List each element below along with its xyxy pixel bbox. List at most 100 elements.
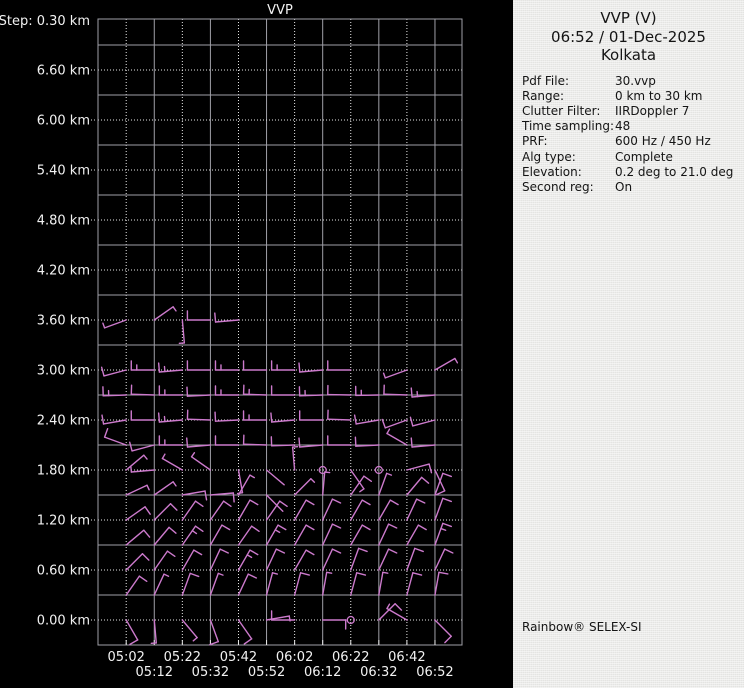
wind-barb: [442, 472, 452, 478]
wind-barb: [442, 497, 452, 503]
y-axis-label: 6.60 km: [37, 64, 90, 79]
x-axis-label: 05:52: [248, 665, 285, 680]
wind-barb: [186, 418, 212, 421]
wind-barb: [209, 500, 225, 521]
wind-barb: [181, 619, 198, 639]
wind-barb: [181, 549, 195, 571]
wind-barb: [169, 503, 178, 511]
wind-barb: [386, 432, 408, 446]
wind-barb: [204, 490, 208, 501]
wind-barb: [298, 362, 301, 373]
plot-title: VVP: [267, 3, 293, 18]
x-axis-label: 05:42: [220, 650, 257, 665]
wind-barb: [181, 525, 197, 546]
field-value: Complete: [615, 149, 673, 164]
wind-barb: [434, 497, 444, 521]
wind-barb: [172, 306, 177, 312]
wind-barb: [321, 523, 334, 546]
field-value: On: [615, 179, 633, 194]
wind-barb: [412, 419, 436, 427]
wind-barb: [129, 441, 133, 452]
wind-barb: [415, 498, 426, 504]
panel-datetime: 06:52 / 01-Dec-2025: [551, 27, 706, 46]
y-axis-label: 0.00 km: [37, 614, 90, 629]
field-value: 30.vvp: [615, 73, 656, 88]
wind-barb: [144, 506, 151, 515]
wind-barb: [378, 571, 384, 596]
field-value: 600 Hz / 450 Hz: [615, 134, 711, 149]
wind-barb: [181, 500, 197, 521]
wind-barb: [299, 572, 310, 576]
wind-barb: [181, 490, 206, 496]
wind-barb: [153, 550, 169, 571]
wind-barb: [237, 499, 251, 521]
wind-barb: [209, 524, 223, 546]
y-axis-label: 3.00 km: [37, 364, 90, 379]
wind-barb: [265, 469, 285, 486]
wind-barb: [270, 444, 296, 447]
wind-barb: [279, 500, 288, 508]
y-axis-label: 1.80 km: [37, 464, 90, 479]
wind-barb: [406, 547, 416, 571]
panel-titles: VVP (V) 06:52 / 01-Dec-2025 Kolkata: [513, 0, 744, 65]
wind-barb: [363, 475, 373, 483]
wind-barb: [350, 524, 363, 546]
wind-barb: [270, 412, 273, 423]
wind-barb: [125, 484, 148, 496]
wind-barb: [350, 572, 358, 596]
wind-barb: [325, 571, 333, 574]
wind-barb: [321, 571, 328, 596]
wind-barb: [434, 619, 452, 637]
wind-barb: [291, 446, 296, 471]
wind-barb: [394, 603, 403, 611]
wind-barb: [382, 372, 386, 379]
wind-barb: [101, 414, 105, 425]
wind-barb: [125, 553, 144, 571]
wind-barb: [243, 638, 253, 645]
panel-site: Kolkata: [600, 46, 657, 64]
wind-barb: [161, 453, 166, 460]
wind-barb: [125, 454, 145, 471]
wind-barb: [386, 603, 391, 610]
wind-barb: [189, 572, 200, 578]
wind-barb: [356, 572, 367, 576]
wind-barb: [434, 548, 446, 571]
x-axis-label: 05:22: [164, 650, 201, 665]
wind-barb: [219, 548, 229, 554]
vvp-plot-area: VVP Step: 0.30 km 6.60 km 6.00 km 5.40 km 4.8…: [0, 0, 513, 688]
vvp-window: VVP Step: 0.30 km 6.60 km 6.00 km 5.40 km 4.8…: [0, 0, 744, 688]
wind-barb: [275, 548, 286, 554]
y-axis-label: 5.40 km: [37, 164, 90, 179]
wind-barb: [181, 572, 191, 596]
wind-barb: [378, 472, 388, 496]
wind-barb: [361, 524, 371, 531]
wind-barb: [186, 437, 189, 448]
field-label: Elevation:: [522, 164, 582, 179]
x-axis-label: 06:42: [388, 650, 425, 665]
field-value: 48: [615, 119, 631, 134]
wind-barb: [221, 524, 231, 531]
wind-barb: [125, 575, 141, 596]
wind-barb: [378, 499, 392, 521]
y-axis-label: 1.20 km: [37, 514, 90, 529]
wind-barb: [277, 524, 287, 531]
wind-barb: [331, 523, 342, 529]
wind-barb: [125, 529, 145, 546]
wind-barb: [293, 572, 302, 596]
wind-barb: [406, 463, 430, 471]
wind-barb: [378, 523, 390, 546]
wind-barb: [385, 472, 393, 476]
wind-barb: [384, 369, 408, 379]
field-label: Second reg:: [522, 179, 594, 194]
wind-barb: [389, 499, 399, 506]
x-axis-label: 05:02: [107, 650, 144, 665]
panel-title: VVP (V): [600, 9, 657, 27]
wind-barb: [420, 476, 430, 484]
field-label: Clutter Filter:: [522, 103, 601, 118]
wind-barb: [163, 573, 170, 577]
wind-barb: [406, 476, 423, 496]
wind-barb: [387, 523, 398, 529]
wind-barb: [331, 498, 342, 504]
wind-barb: [102, 394, 127, 397]
wind-barb: [434, 571, 440, 596]
